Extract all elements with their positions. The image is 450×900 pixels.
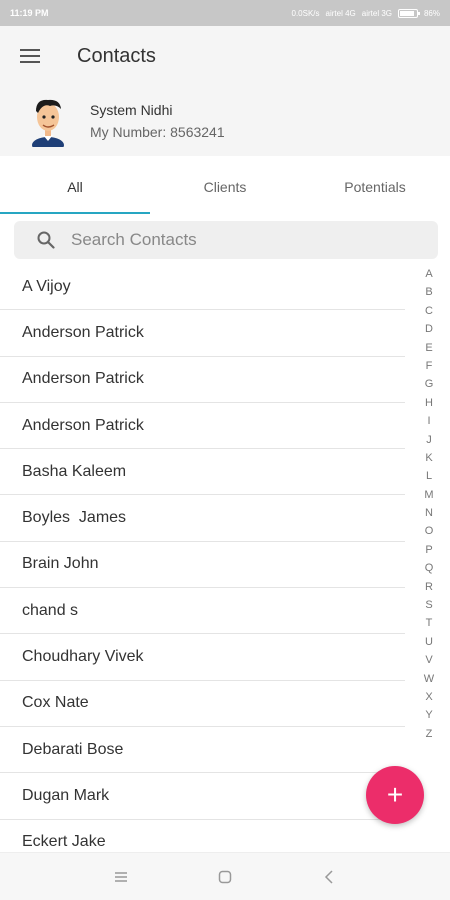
alphabet-letter[interactable]: V [418, 651, 440, 669]
search-icon [37, 231, 55, 249]
search-bar[interactable] [14, 221, 438, 259]
alphabet-letter[interactable]: W [418, 670, 440, 688]
app-bar: Contacts [0, 26, 450, 86]
profile-name: System Nidhi [90, 102, 173, 118]
list-item[interactable]: Cox Nate [0, 681, 405, 727]
battery-level: 86% [423, 8, 440, 18]
user-profile[interactable]: System Nidhi My Number: 8563241 [0, 86, 450, 156]
carrier-1: airtel 4G [325, 8, 356, 18]
alphabet-letter[interactable]: I [418, 412, 440, 430]
search-input[interactable] [71, 230, 401, 250]
alphabet-letter[interactable]: A [418, 265, 440, 283]
list-item[interactable]: Choudhary Vivek [0, 634, 405, 681]
list-item[interactable]: A Vijoy [0, 264, 405, 311]
recents-icon[interactable] [109, 865, 133, 889]
alphabet-letter[interactable]: D [418, 320, 440, 338]
profile-number: My Number: 8563241 [90, 124, 225, 140]
alphabet-letter[interactable]: K [418, 449, 440, 467]
list-item[interactable]: Anderson Patrick [0, 403, 405, 450]
contact-list: A Vijoy Anderson Patrick Anderson Patric… [0, 264, 405, 866]
alphabet-letter[interactable]: H [418, 394, 440, 412]
alphabet-index: A B C D E F G H I J K L M N O P Q R S T … [418, 265, 440, 743]
alphabet-letter[interactable]: G [418, 375, 440, 393]
alphabet-letter[interactable]: J [418, 431, 440, 449]
alphabet-letter[interactable]: Y [418, 706, 440, 724]
alphabet-letter[interactable]: Q [418, 559, 440, 577]
alphabet-letter[interactable]: X [418, 688, 440, 706]
list-item[interactable]: Boyles James [0, 495, 405, 542]
hamburger-menu-icon[interactable] [0, 26, 60, 86]
alphabet-letter[interactable]: P [418, 541, 440, 559]
alphabet-letter[interactable]: L [418, 467, 440, 485]
list-item[interactable]: Debarati Bose [0, 727, 405, 774]
profile-text: System Nidhi My Number: 8563241 [90, 102, 225, 140]
list-item[interactable]: Dugan Mark [0, 773, 405, 820]
add-contact-button[interactable]: + [366, 766, 424, 824]
tab-bar: All Clients Potentials [0, 160, 450, 214]
tab-clients[interactable]: Clients [150, 160, 300, 214]
status-time: 11:19 PM [10, 8, 49, 18]
alphabet-letter[interactable]: R [418, 578, 440, 596]
alphabet-letter[interactable]: F [418, 357, 440, 375]
avatar [32, 99, 64, 147]
alphabet-letter[interactable]: B [418, 283, 440, 301]
alphabet-letter[interactable]: E [418, 339, 440, 357]
home-icon[interactable] [213, 865, 237, 889]
alphabet-letter[interactable]: Z [418, 725, 440, 743]
list-item[interactable]: chand s [0, 588, 405, 635]
tab-potentials[interactable]: Potentials [300, 160, 450, 214]
tab-all[interactable]: All [0, 160, 150, 214]
alphabet-letter[interactable]: N [418, 504, 440, 522]
system-nav-bar [0, 852, 450, 900]
alphabet-letter[interactable]: M [418, 486, 440, 504]
alphabet-letter[interactable]: C [418, 302, 440, 320]
carrier-2: airtel 3G [361, 8, 392, 18]
back-icon[interactable] [317, 865, 341, 889]
status-bar: 11:19 PM 0.0SK/s airtel 4G airtel 3G 86% [0, 0, 450, 26]
alphabet-letter[interactable]: T [418, 614, 440, 632]
list-item[interactable]: Basha Kaleem [0, 449, 405, 496]
plus-icon: + [386, 779, 404, 810]
alphabet-letter[interactable]: U [418, 633, 440, 651]
status-right: 0.0SK/s airtel 4G airtel 3G 86% [291, 8, 440, 18]
network-speed: 0.0SK/s [291, 8, 320, 18]
list-item[interactable]: Brain John [0, 542, 405, 589]
list-item[interactable]: Anderson Patrick [0, 310, 405, 357]
alphabet-letter[interactable]: S [418, 596, 440, 614]
alphabet-letter[interactable]: O [418, 522, 440, 540]
page-title: Contacts [77, 44, 156, 67]
list-item[interactable]: Anderson Patrick [0, 357, 405, 403]
battery-icon [397, 8, 420, 18]
